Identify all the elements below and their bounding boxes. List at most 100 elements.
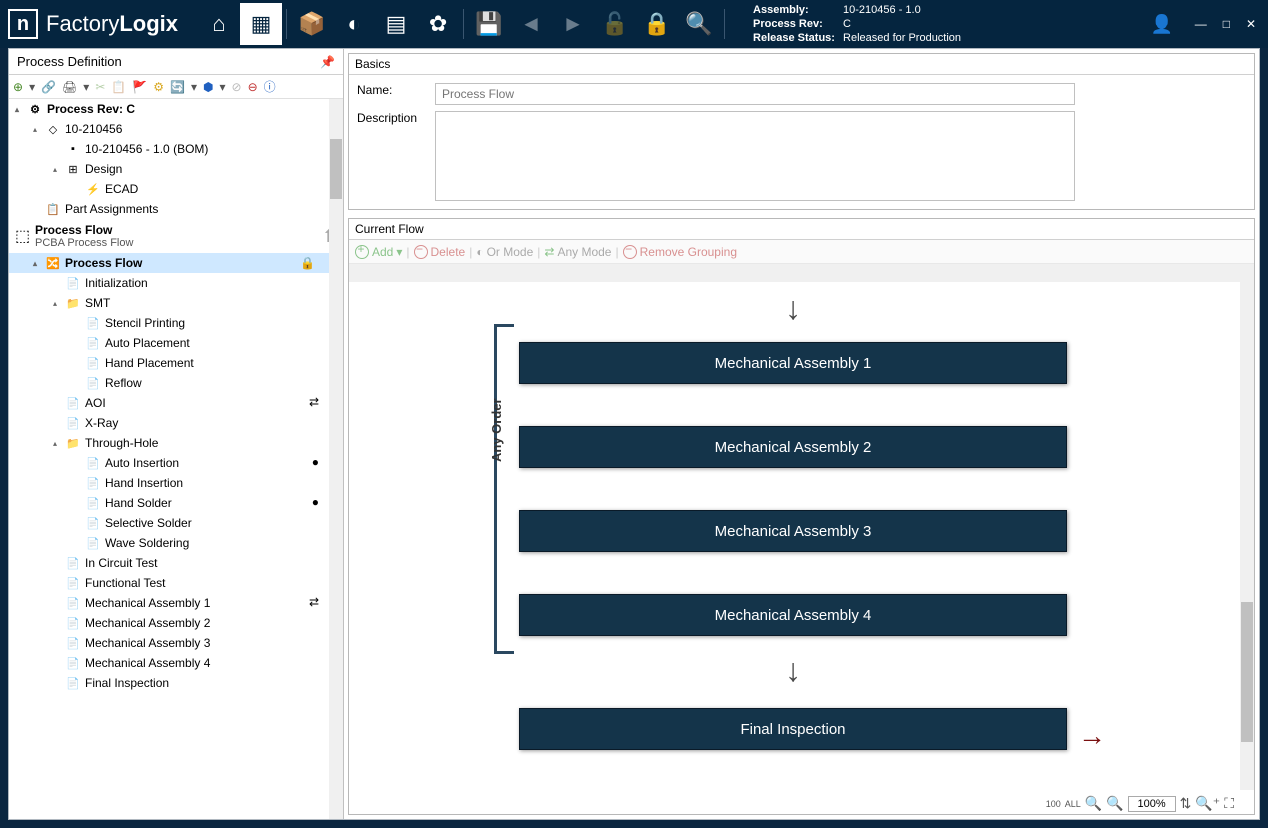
process-flow-section[interactable]: ⬚ Process Flow PCBA Process Flow ⬆ [9,219,343,253]
remove-grouping-button[interactable]: Remove Grouping [623,245,737,259]
status-label: Release Status: [753,31,843,45]
tree-rev-root[interactable]: ▴⚙Process Rev: C [9,99,343,119]
save-icon[interactable]: 💾 [468,3,510,45]
name-label: Name: [357,83,427,97]
scrollbar-thumb[interactable] [1241,602,1253,742]
tree-xray[interactable]: 📄X-Ray [9,413,343,433]
flow-block-final[interactable]: Final Inspection [519,708,1067,750]
tree-hand-placement[interactable]: 📄Hand Placement [9,353,343,373]
zoom-fit-icon[interactable]: ⛶ [1224,795,1234,812]
panel-title: Process Definition [17,54,122,69]
description-label: Description [357,111,427,125]
tree-final-inspection[interactable]: 📄Final Inspection [9,673,343,693]
globe-icon[interactable]: ◐ [333,3,375,45]
separator [724,9,725,39]
zoom-input[interactable] [1128,796,1176,812]
zoom-all-icon[interactable]: ALL [1065,799,1081,809]
paste-icon[interactable]: 📋 [111,80,126,94]
tree-auto-placement[interactable]: 📄Auto Placement [9,333,343,353]
user-icon[interactable]: 👤 [1141,3,1183,45]
assembly-info: Assembly:10-210456 - 1.0 Process Rev:C R… [753,3,961,46]
back-icon[interactable]: ◄ [510,3,552,45]
grid-edit-icon[interactable]: ▦ [240,3,282,45]
tree-stencil-printing[interactable]: 📄Stencil Printing [9,313,343,333]
tree-wave-soldering[interactable]: 📄Wave Soldering [9,533,343,553]
scrollbar-thumb[interactable] [330,139,342,199]
maximize-button[interactable]: □ [1219,15,1234,33]
description-input[interactable] [435,111,1075,201]
search-assembly-icon[interactable]: 🔍 [678,3,720,45]
tree-aoi[interactable]: 📄AOI [9,393,343,413]
info-icon[interactable]: ⓘ [264,78,276,95]
exit-arrow-icon: → [1078,720,1106,752]
tree-mech-asm-3[interactable]: 📄Mechanical Assembly 3 [9,633,343,653]
tree-part[interactable]: ▴◇10-210456 [9,119,343,139]
tree-selective-solder[interactable]: 📄Selective Solder [9,513,343,533]
flow-down-arrow-icon: ↓ [785,652,801,689]
app-name: FactoryLogix [46,11,178,37]
tree-through-hole[interactable]: ▴📁Through-Hole [9,433,343,453]
tree-process-flow[interactable]: ▴🔀Process Flow🔒 [9,253,343,273]
undo-icon[interactable]: ⊘ [232,80,242,94]
close-button[interactable]: ✕ [1242,15,1260,33]
print-icon[interactable]: 🖨 [62,80,77,94]
link-icon[interactable]: 🔗 [41,80,56,94]
tree-scrollbar[interactable] [329,99,343,819]
any-order-bracket [494,324,514,654]
tree-part-assignments[interactable]: 📋Part Assignments [9,199,343,219]
minimize-button[interactable]: — [1191,15,1211,33]
delete-button[interactable]: Delete [414,245,466,259]
zoom-stepper[interactable]: ⇅ [1180,795,1192,812]
flow-block-ma1[interactable]: Mechanical Assembly 1 [519,342,1067,384]
current-flow-header: Current Flow [349,219,1254,240]
package-icon[interactable]: 📦 [291,3,333,45]
window-controls: 👤 — □ ✕ [1141,3,1260,45]
filter-icon[interactable]: ⬢ [203,80,213,94]
cut-icon[interactable]: ✂ [95,80,105,94]
tree-mech-asm-2[interactable]: 📄Mechanical Assembly 2 [9,613,343,633]
tree-smt[interactable]: ▴📁SMT [9,293,343,313]
zoom-in-icon[interactable]: 🔍⁺ [1195,795,1220,812]
flow-canvas[interactable]: ↓ Any Order Mechanical Assembly 1 Mechan… [349,264,1254,814]
pin-icon[interactable]: 📌 [320,55,335,69]
or-mode-button[interactable]: ◐Or Mode [476,245,533,259]
tree-mech-asm-4[interactable]: 📄Mechanical Assembly 4 [9,653,343,673]
process-tree: ▴⚙Process Rev: C ▴◇10-210456 ▪10-210456 … [9,99,343,819]
gear-icon[interactable]: ✿ [417,3,459,45]
tree-ecad[interactable]: ⚡ECAD [9,179,343,199]
basics-header: Basics [349,54,1254,75]
name-input[interactable] [435,83,1075,105]
zoom-out-icon[interactable]: 🔍 [1085,795,1102,812]
tree-initialization[interactable]: 📄Initialization [9,273,343,293]
lock-icon: 🔒 [300,256,315,270]
lock-icon[interactable]: 🔒 [636,3,678,45]
any-mode-button[interactable]: ⇄Any Mode [544,245,611,259]
zoom-100-icon[interactable]: 100 [1046,799,1061,809]
tree-auto-insertion[interactable]: 📄Auto Insertion [9,453,343,473]
main-toolbar: ⌂ ▦ 📦 ◐ ▤ ✿ 💾 ◄ ► 🔓 🔒 🔍 [198,3,729,45]
tree-mech-asm-1[interactable]: 📄Mechanical Assembly 1 [9,593,343,613]
flag-icon[interactable]: 🚩 [132,80,147,94]
refresh-icon[interactable]: 🔄 [170,80,185,94]
home-icon[interactable]: ⌂ [198,3,240,45]
zoom-out-icon[interactable]: 🔍 [1106,795,1123,812]
delete-icon[interactable]: ⊖ [248,80,258,94]
tree-hand-solder[interactable]: 📄Hand Solder [9,493,343,513]
add-icon[interactable]: ⊕ [13,80,23,94]
add-button[interactable]: Add▾ [355,245,402,259]
tree-design[interactable]: ▴⊞Design [9,159,343,179]
flow-block-ma4[interactable]: Mechanical Assembly 4 [519,594,1067,636]
flow-block-ma2[interactable]: Mechanical Assembly 2 [519,426,1067,468]
tree-hand-insertion[interactable]: 📄Hand Insertion [9,473,343,493]
tree-reflow[interactable]: 📄Reflow [9,373,343,393]
gear-small-icon[interactable]: ⚙ [153,80,164,94]
tree-bom[interactable]: ▪10-210456 - 1.0 (BOM) [9,139,343,159]
flow-block-ma3[interactable]: Mechanical Assembly 3 [519,510,1067,552]
tree-functional-test[interactable]: 📄Functional Test [9,573,343,593]
flow-down-arrow-icon: ↓ [785,290,801,327]
canvas-scrollbar[interactable] [1240,282,1254,790]
forward-icon[interactable]: ► [552,3,594,45]
document-icon[interactable]: ▤ [375,3,417,45]
unlock-icon[interactable]: 🔓 [594,3,636,45]
tree-ict[interactable]: 📄In Circuit Test [9,553,343,573]
